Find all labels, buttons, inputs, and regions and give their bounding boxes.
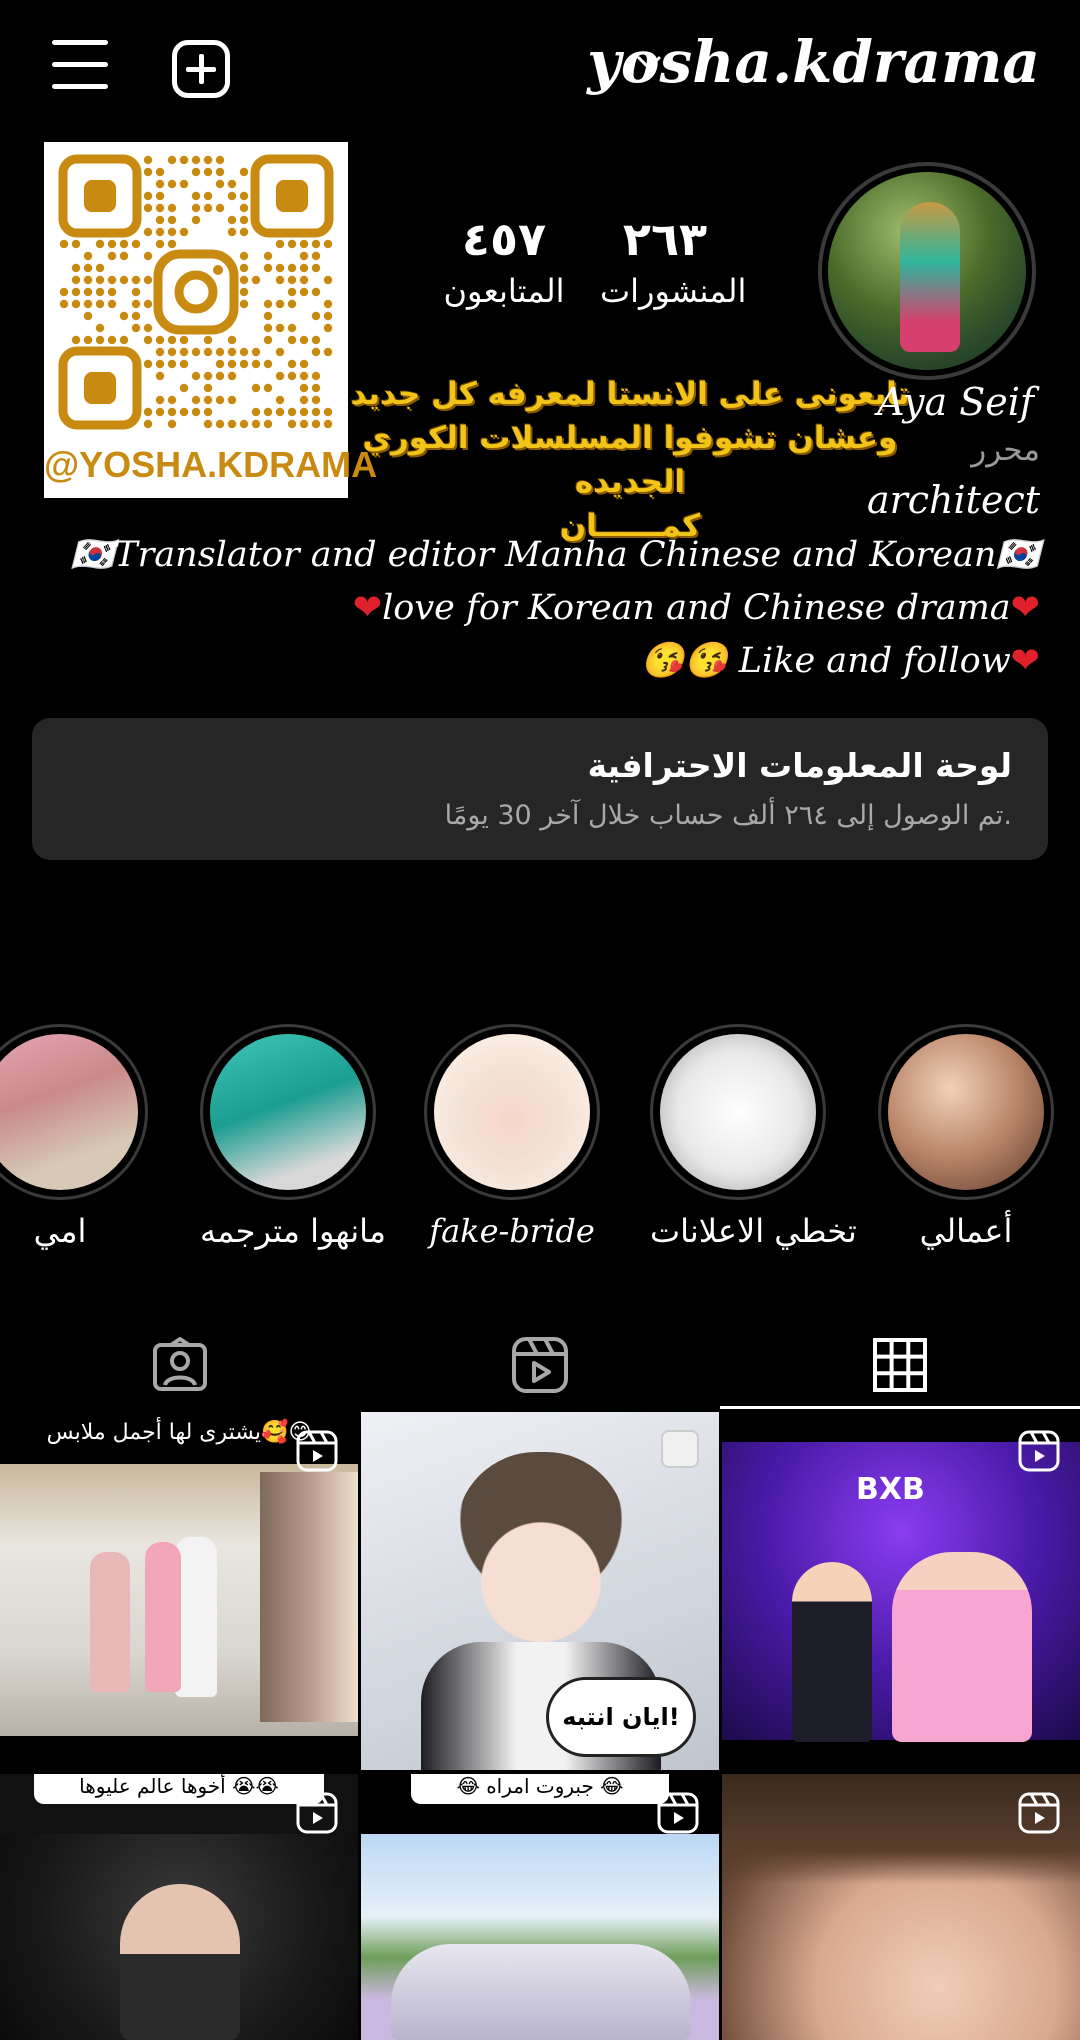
profile-role: architect bbox=[866, 478, 1040, 522]
banner-line-2: وعشان تشوفوا المسلسلات الكوري الجديده bbox=[362, 420, 898, 500]
grid-icon bbox=[873, 1338, 927, 1392]
tab-reels[interactable] bbox=[360, 1320, 720, 1410]
highlight-item[interactable]: تخطي الاعلانات bbox=[650, 1024, 857, 1250]
korea-flag-icon: 🇰🇷 bbox=[70, 535, 115, 575]
heart-icon: ❤ bbox=[1010, 588, 1040, 628]
bio-line-3-text: Like and follow bbox=[738, 641, 1011, 681]
posts-stat[interactable]: ٢٦٣ المنشورات bbox=[600, 212, 747, 310]
dashboard-subtitle: تم الوصول إلى ٢٦٤ ألف حساب خلال آخر 30 ي… bbox=[444, 800, 1012, 831]
qr-code[interactable]: @YOSHA.KDRAMA bbox=[44, 142, 378, 498]
post-caption: أخوها عالم عليوها 😭😭 bbox=[34, 1774, 324, 1804]
bio-line-1-text: Translator and editor Manha Chinese and … bbox=[114, 535, 997, 575]
hamburger-menu-icon[interactable] bbox=[52, 40, 108, 92]
posts-label: المنشورات bbox=[600, 272, 747, 310]
carousel-indicator-icon bbox=[661, 1430, 699, 1468]
highlight-item[interactable]: fake-bride bbox=[424, 1024, 600, 1250]
banner-line-1: تابعونى على الانستا لمعرفه كل جديد bbox=[350, 376, 910, 412]
bio-line-2: ❤love for Korean and Chinese drama❤ bbox=[40, 588, 1040, 628]
post-thumbnail[interactable]: ايان انتبه! bbox=[361, 1412, 719, 1770]
followers-stat[interactable]: ٤٥٧ المتابعون bbox=[414, 212, 594, 310]
post-thumbnail[interactable]: يشترى لها أجمل ملابس🥰😊 bbox=[0, 1412, 358, 1770]
highlight-item[interactable]: أعمالي bbox=[878, 1024, 1054, 1250]
followers-label: المتابعون bbox=[443, 272, 565, 310]
reel-indicator-icon bbox=[657, 1792, 699, 1834]
reel-indicator-icon bbox=[1018, 1792, 1060, 1834]
highlight-label: أعمالي bbox=[919, 1212, 1013, 1250]
highlight-item[interactable]: مانهوا مترجمه bbox=[200, 1024, 387, 1250]
highlight-label: مانهوا مترجمه bbox=[200, 1212, 387, 1250]
promo-banner-text: تابعونى على الانستا لمعرفه كل جديد وعشان… bbox=[350, 372, 910, 548]
tab-tagged[interactable] bbox=[0, 1320, 360, 1410]
speech-bubble: ايان انتبه! bbox=[546, 1677, 696, 1757]
followers-count: ٤٥٧ bbox=[461, 212, 547, 266]
post-caption: 😂 جبروت امراه 😂 bbox=[411, 1774, 669, 1804]
reel-indicator-icon bbox=[296, 1792, 338, 1834]
tab-grid[interactable] bbox=[720, 1320, 1080, 1410]
highlight-label: امي bbox=[33, 1212, 87, 1250]
username[interactable]: yosha.kdrama bbox=[587, 28, 1040, 96]
person-tag-icon bbox=[153, 1337, 207, 1391]
avatar[interactable] bbox=[818, 162, 1036, 380]
bio-line-3: 😘😘 Like and follow❤ bbox=[40, 640, 1040, 681]
active-tab-indicator bbox=[720, 1406, 1080, 1409]
kiss-emoji-icon: 😘😘 bbox=[640, 641, 728, 681]
dashboard-title: لوحة المعلومات الاحترافية bbox=[587, 746, 1012, 785]
korea-flag-icon: 🇰🇷 bbox=[996, 535, 1040, 575]
qr-pattern bbox=[58, 154, 334, 430]
reel-indicator-icon bbox=[1018, 1430, 1060, 1472]
bio-line-2-text: love for Korean and Chinese drama bbox=[382, 588, 1011, 628]
reel-indicator-icon bbox=[296, 1430, 338, 1472]
profile-category: محرر bbox=[971, 432, 1040, 468]
plus-square-icon[interactable] bbox=[172, 40, 230, 98]
highlight-label: fake-bride bbox=[429, 1212, 595, 1250]
bio-line-1: 🇰🇷Translator and editor Manha Chinese an… bbox=[40, 534, 1040, 575]
profile-name: Aya Seif bbox=[877, 380, 1034, 424]
qr-handle-label: @YOSHA.KDRAMA bbox=[44, 444, 378, 485]
reels-icon bbox=[512, 1337, 568, 1393]
post-text: BXB bbox=[856, 1472, 925, 1507]
heart-icon: ❤ bbox=[1010, 641, 1040, 681]
professional-dashboard-card[interactable]: لوحة المعلومات الاحترافية تم الوصول إلى … bbox=[32, 718, 1048, 860]
highlight-label: تخطي الاعلانات bbox=[650, 1212, 857, 1250]
posts-count: ٢٦٣ bbox=[622, 212, 708, 266]
highlight-item[interactable]: امي bbox=[0, 1024, 148, 1250]
heart-icon: ❤ bbox=[352, 588, 383, 628]
post-thumbnail[interactable]: 😂 جبروت امراه 😂 bbox=[361, 1774, 719, 2040]
post-thumbnail[interactable] bbox=[722, 1774, 1080, 2040]
post-thumbnail[interactable]: BXB bbox=[722, 1412, 1080, 1770]
top-bar: yosha.kdrama bbox=[0, 0, 1080, 140]
post-thumbnail[interactable]: أخوها عالم عليوها 😭😭 bbox=[0, 1774, 358, 2040]
